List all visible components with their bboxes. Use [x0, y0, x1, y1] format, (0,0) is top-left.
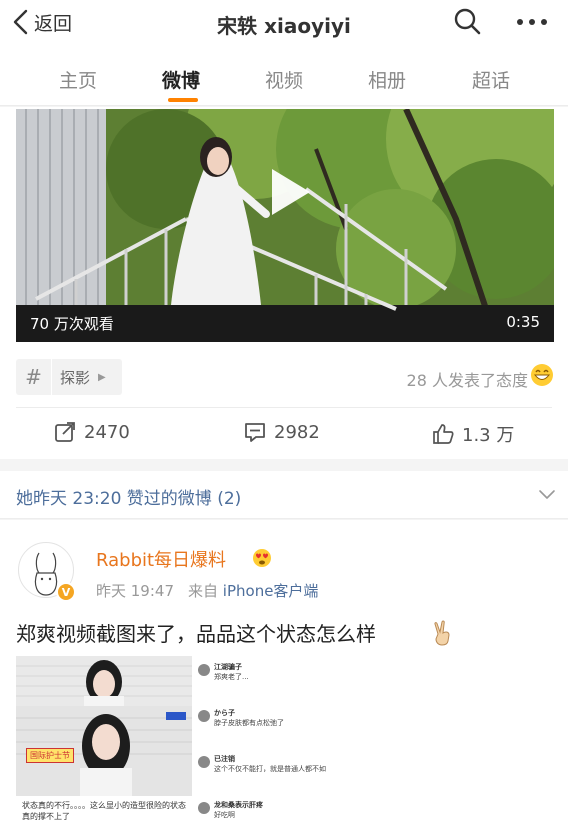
comment-author: 龙和桑表示肝疼 [214, 801, 263, 809]
comment-text: 这个不仅不能打，就是普通人都不如 [214, 765, 326, 773]
comment-text: 好吃啊 [214, 811, 235, 819]
triangle-right-icon: ▶ [98, 371, 106, 383]
tab-weibo[interactable]: 微博 [162, 66, 200, 93]
like-button[interactable]: 1.3 万 [432, 421, 514, 447]
avatar [198, 756, 210, 768]
tab-album[interactable]: 相册 [368, 66, 406, 93]
post-images: 国际护士节 状态真的不行。。。。这么显小的造型很险的状态真的撑不上了 江湖骗子 … [16, 656, 372, 834]
post-text: 郑爽视频截图来了，品品这个状态怎么样 [16, 622, 376, 646]
liked-posts-title: 她昨天 23:20 赞过的微博 (2) [16, 489, 242, 509]
video-player[interactable]: 70 万次观看 0:35 [16, 109, 554, 342]
list-item: 已注销 这个不仅不能打，就是普通人都不如 [214, 754, 326, 774]
post-time: 昨天 19:47 [96, 582, 174, 600]
image-caption: 状态真的不行。。。。这么显小的造型很险的状态真的撑不上了 [22, 801, 186, 821]
back-label: 返回 [34, 12, 73, 35]
victory-hand-icon [434, 620, 450, 646]
video-thumbnail [16, 109, 554, 342]
avatar [198, 802, 210, 814]
chevron-down-icon[interactable] [538, 487, 556, 501]
chevron-left-icon [13, 9, 28, 35]
page-title: 宋轶 xiaoyiyi [217, 14, 351, 38]
tab-super-topic[interactable]: 超话 [472, 66, 510, 93]
repost-button[interactable]: 2470 [54, 421, 130, 443]
verified-badge-icon: V [56, 582, 76, 602]
top-navigation-bar: 返回 宋轶 xiaoyiyi [0, 0, 568, 48]
play-icon[interactable] [268, 167, 312, 217]
post-source: 来自 iPhone客户端 [188, 580, 318, 601]
view-count: 70 万次观看 [30, 315, 114, 333]
source-link[interactable]: iPhone客户端 [223, 582, 319, 600]
comment-count: 2982 [274, 421, 320, 443]
liked-posts-header[interactable]: 她昨天 23:20 赞过的微博 (2) [0, 471, 568, 519]
active-tab-indicator [168, 98, 198, 102]
tab-home[interactable]: 主页 [59, 66, 97, 93]
search-icon[interactable] [452, 6, 482, 36]
topic-label: 探影 [60, 368, 91, 387]
hashtag-icon: # [16, 359, 52, 395]
avatar [198, 664, 210, 676]
post-image-screenshot[interactable]: 国际护士节 状态真的不行。。。。这么显小的造型很险的状态真的撑不上了 [16, 656, 192, 834]
tab-video[interactable]: 视频 [265, 66, 303, 93]
profile-tabs: 主页 微博 视频 相册 超话 [0, 48, 568, 106]
divider [16, 407, 552, 408]
topic-tag[interactable]: # 探影 ▶ [16, 359, 122, 395]
action-bar: 2470 2982 1.3 万 [0, 415, 568, 455]
repost-icon [55, 422, 75, 442]
list-item: 江湖骗子 郑爽老了... [214, 662, 249, 682]
comment-button[interactable]: 2982 [244, 421, 320, 443]
comment-text: 郑爽老了... [214, 673, 249, 681]
comment-icon [245, 423, 265, 442]
attitude-count[interactable]: 28 人发表了态度 [407, 367, 528, 391]
liked-post: V Rabbit每日爆料 昨天 19:47 来自 iPhone客户端 郑爽视频截… [0, 520, 568, 834]
weibo-card: 70 万次观看 0:35 # 探影 ▶ 28 人发表了态度 2470 2982 [0, 107, 568, 459]
list-item: 龙和桑表示肝疼 好吃啊 [214, 800, 263, 820]
more-options-icon[interactable] [514, 10, 550, 34]
back-button[interactable]: 返回 [10, 8, 72, 36]
heart-eyes-emoji-icon [253, 549, 271, 567]
thumbs-up-icon [433, 424, 454, 444]
comment-author: 江湖骗子 [214, 663, 242, 671]
avatar [198, 710, 210, 722]
author-name[interactable]: Rabbit每日爆料 [96, 546, 226, 572]
comment-text: 脖子皮肤都有点松弛了 [214, 719, 284, 727]
image-tag: 国际护士节 [26, 748, 74, 763]
source-prefix: 来自 [188, 582, 219, 600]
comment-author: から子 [214, 709, 235, 717]
like-count: 1.3 万 [462, 425, 515, 446]
list-item: から子 脖子皮肤都有点松弛了 [214, 708, 284, 728]
comment-author: 已注销 [214, 755, 235, 763]
repost-count: 2470 [84, 421, 130, 443]
grinning-emoji-icon[interactable] [530, 363, 554, 387]
video-duration: 0:35 [506, 313, 540, 331]
post-image-comments[interactable]: 江湖骗子 郑爽老了... から子 脖子皮肤都有点松弛了 已注销 这个不仅不能打，… [196, 656, 372, 834]
